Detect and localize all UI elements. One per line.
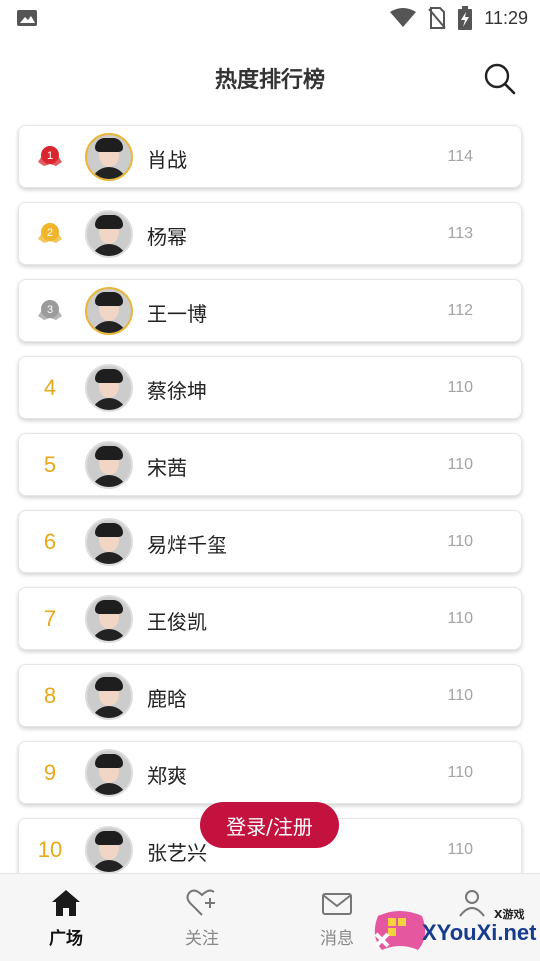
celebrity-name: 宋茜 xyxy=(147,456,187,480)
no-sim-icon xyxy=(428,7,447,29)
heat-score: 110 xyxy=(447,456,473,473)
celebrity-name: 肖战 xyxy=(147,148,187,172)
celebrity-name: 易烊千玺 xyxy=(147,533,227,557)
ranking-card[interactable]: 3 王一博 112 xyxy=(18,279,522,342)
clock: 11:29 xyxy=(484,7,528,28)
celebrity-name: 杨幂 xyxy=(147,225,187,249)
rank-number: 8 xyxy=(43,682,57,708)
ranking-card[interactable]: 2 杨幂 113 xyxy=(18,202,522,265)
avatar[interactable] xyxy=(85,595,133,643)
avatar[interactable] xyxy=(85,749,133,797)
rank-number: 9 xyxy=(43,759,57,785)
image-icon xyxy=(17,10,37,26)
battery-charging-icon xyxy=(458,6,473,30)
medal-number: 2 xyxy=(47,227,53,239)
watermark: X游戏 XYouXi.net xyxy=(370,900,540,960)
rank-indicator: 1 xyxy=(29,126,71,187)
gamepad-logo-icon xyxy=(374,911,426,950)
rank-indicator: 8 xyxy=(29,665,71,726)
search-icon[interactable] xyxy=(481,60,517,96)
celebrity-name: 张艺兴 xyxy=(147,841,207,865)
ranking-card[interactable]: 4 蔡徐坤 110 xyxy=(18,356,522,419)
ranking-card[interactable]: 1 肖战 114 xyxy=(18,125,522,188)
medal-icon: 2 xyxy=(38,222,62,243)
rank-indicator: 2 xyxy=(29,203,71,264)
rank-number: 4 xyxy=(43,374,57,400)
ranking-list: 1 肖战 114 2 杨幂 113 3 王一博 112 4 蔡徐坤 110 5 宋茜 110 6 易烊千玺 110… xyxy=(18,125,522,895)
nav-label: 关注 xyxy=(185,929,219,949)
heat-score: 110 xyxy=(447,687,473,704)
heat-score: 110 xyxy=(447,533,473,550)
nav-label: 广场 xyxy=(49,929,83,949)
ranking-card[interactable]: 6 易烊千玺 110 xyxy=(18,510,522,573)
avatar[interactable] xyxy=(85,210,133,258)
ranking-card[interactable]: 8 鹿晗 110 xyxy=(18,664,522,727)
avatar[interactable] xyxy=(85,672,133,720)
rank-number: 7 xyxy=(43,605,57,631)
avatar[interactable] xyxy=(85,133,133,181)
celebrity-name: 王一博 xyxy=(147,302,207,326)
avatar[interactable] xyxy=(85,518,133,566)
medal-icon: 1 xyxy=(38,145,62,166)
login-register-button[interactable]: 登录/注册 xyxy=(200,802,339,848)
heart-plus-icon xyxy=(186,889,215,916)
medal-icon: 3 xyxy=(38,299,62,320)
rank-number: 5 xyxy=(43,451,57,477)
medal-number: 3 xyxy=(47,304,53,316)
rank-number: 10 xyxy=(37,836,63,862)
page-title: 热度排行榜 xyxy=(214,68,325,93)
header: 热度排行榜 xyxy=(0,36,540,122)
avatar[interactable] xyxy=(85,441,133,489)
home-icon xyxy=(52,890,80,916)
wifi-icon xyxy=(390,8,417,27)
rank-indicator: 10 xyxy=(29,819,71,880)
rank-indicator: 7 xyxy=(29,588,71,649)
rank-indicator: 4 xyxy=(29,357,71,418)
heat-score: 110 xyxy=(447,610,473,627)
avatar[interactable] xyxy=(85,364,133,412)
ranking-card[interactable]: 9 郑爽 110 xyxy=(18,741,522,804)
rank-indicator: 6 xyxy=(29,511,71,572)
heat-score: 110 xyxy=(447,841,473,858)
mail-icon xyxy=(322,893,352,915)
ranking-card[interactable]: 5 宋茜 110 xyxy=(18,433,522,496)
medal-number: 1 xyxy=(47,150,53,162)
heat-score: 112 xyxy=(447,302,473,319)
heat-score: 110 xyxy=(447,379,473,396)
status-bar: 11:29 xyxy=(0,0,540,36)
rank-indicator: 3 xyxy=(29,280,71,341)
watermark-brand: XYouXi.net xyxy=(422,920,537,945)
ranking-card[interactable]: 7 王俊凯 110 xyxy=(18,587,522,650)
heat-score: 110 xyxy=(447,764,473,781)
rank-indicator: 9 xyxy=(29,742,71,803)
heat-score: 113 xyxy=(447,225,473,242)
celebrity-name: 蔡徐坤 xyxy=(147,379,207,403)
nav-item-square[interactable]: 广场 xyxy=(16,888,116,949)
celebrity-name: 郑爽 xyxy=(147,764,187,788)
rank-number: 6 xyxy=(43,528,57,554)
avatar[interactable] xyxy=(85,287,133,335)
avatar[interactable] xyxy=(85,826,133,874)
heat-score: 114 xyxy=(447,148,473,165)
rank-indicator: 5 xyxy=(29,434,71,495)
celebrity-name: 鹿晗 xyxy=(147,687,187,711)
celebrity-name: 王俊凯 xyxy=(147,610,207,634)
nav-item-follow[interactable]: 关注 xyxy=(152,888,252,949)
